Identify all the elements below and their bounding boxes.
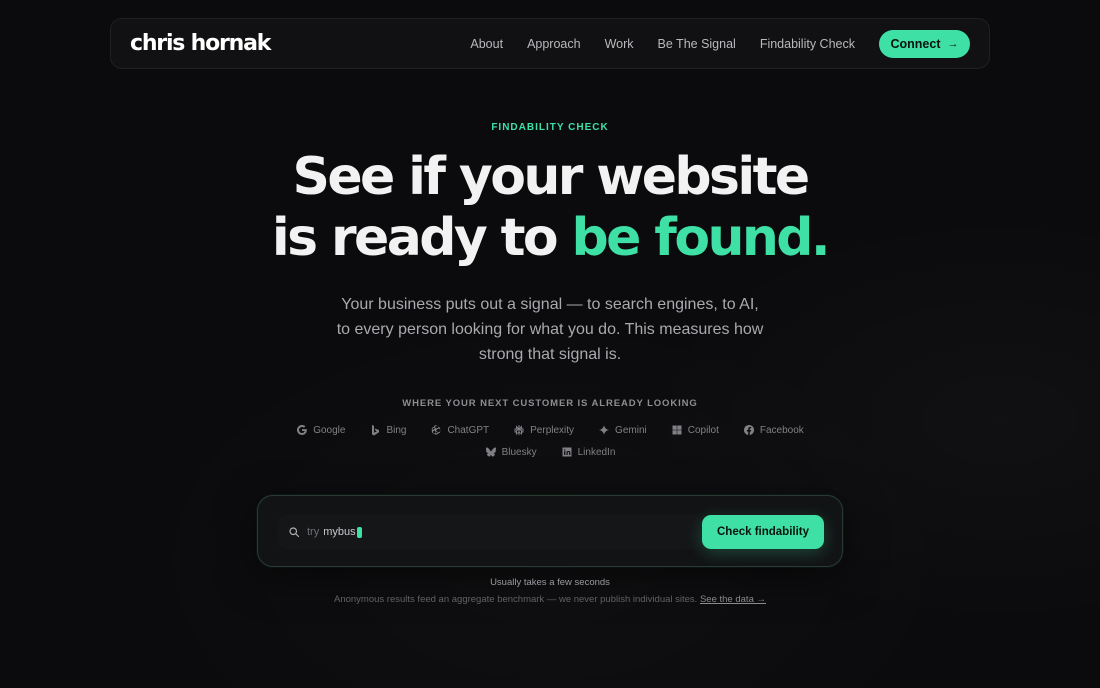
- platform-label: Gemini: [615, 424, 647, 436]
- platform-copilot: Copilot: [671, 423, 719, 437]
- privacy-note: Anonymous results feed an aggregate benc…: [0, 594, 1100, 605]
- platform-google: Google: [296, 423, 345, 437]
- platform-label: Copilot: [687, 424, 719, 436]
- headline-line2: is ready to: [271, 208, 572, 268]
- platform-label: LinkedIn: [577, 446, 616, 458]
- headline-line1: See if your website: [292, 147, 810, 207]
- nav-link-about[interactable]: About: [470, 37, 503, 51]
- perplexity-icon: [514, 425, 524, 435]
- platform-list: Google Bing ChatGPT Perplexity Gemini Co…: [280, 423, 820, 459]
- platform-label: Bluesky: [501, 446, 537, 458]
- nav-link-approach[interactable]: Approach: [527, 37, 581, 51]
- top-nav: chris hornak About Approach Work Be The …: [110, 18, 990, 69]
- platform-gemini: Gemini: [598, 423, 647, 437]
- check-findability-button[interactable]: Check findability: [702, 515, 824, 549]
- logo[interactable]: chris hornak: [130, 31, 271, 56]
- facebook-icon: [743, 424, 754, 435]
- headline-accent: be found.: [571, 208, 831, 268]
- nav-link-work[interactable]: Work: [605, 37, 634, 51]
- platform-label: Google: [313, 424, 346, 436]
- platform-perplexity: Perplexity: [513, 423, 574, 437]
- privacy-note-text: Anonymous results feed an aggregate benc…: [334, 594, 698, 605]
- platform-bluesky: Bluesky: [485, 445, 537, 459]
- platform-label: Bing: [386, 424, 407, 436]
- connect-button-label: Connect: [890, 36, 941, 51]
- see-data-link[interactable]: See the data →: [700, 594, 766, 605]
- platforms-heading: WHERE YOUR NEXT CUSTOMER IS ALREADY LOOK…: [402, 398, 698, 409]
- search-card: try mybus Check findability: [257, 495, 843, 567]
- nav-link-findability-check[interactable]: Findability Check: [760, 37, 855, 51]
- page-title: See if your website is ready to be found…: [0, 147, 1100, 269]
- platform-label: ChatGPT: [447, 424, 490, 436]
- platform-bing: Bing: [369, 423, 406, 437]
- bluesky-icon: [485, 447, 496, 457]
- subtext-line3: strong that signal is.: [478, 346, 622, 363]
- hero-subtext: Your business puts out a signal — to sea…: [0, 292, 1100, 367]
- text-cursor: [356, 526, 362, 538]
- copilot-icon: [672, 425, 682, 435]
- linkedin-icon: [562, 447, 572, 457]
- google-icon: [297, 424, 307, 435]
- eyebrow-label: FINDABILITY CHECK: [491, 122, 609, 133]
- input-value: mybus: [323, 526, 356, 538]
- platform-facebook: Facebook: [743, 423, 804, 437]
- nav-link-be-the-signal[interactable]: Be The Signal: [658, 37, 736, 51]
- url-input[interactable]: try mybus: [278, 515, 702, 549]
- chatgpt-icon: [432, 425, 441, 435]
- bing-icon: [372, 425, 380, 436]
- subtext-line1: Your business puts out a signal — to sea…: [341, 296, 759, 313]
- arrow-right-icon: →: [947, 37, 959, 50]
- connect-button[interactable]: Connect →: [879, 29, 970, 58]
- gemini-icon: [599, 425, 610, 435]
- platform-chatgpt: ChatGPT: [430, 423, 489, 437]
- input-prefix: try: [307, 526, 320, 538]
- nav-links: About Approach Work Be The Signal Findab…: [470, 29, 970, 58]
- timing-note: Usually takes a few seconds: [490, 577, 610, 588]
- platform-label: Facebook: [759, 424, 804, 436]
- platform-linkedin: LinkedIn: [561, 445, 616, 459]
- subtext-line2: to every person looking for what you do.…: [336, 321, 764, 338]
- platform-label: Perplexity: [530, 424, 575, 436]
- search-icon: [289, 527, 300, 538]
